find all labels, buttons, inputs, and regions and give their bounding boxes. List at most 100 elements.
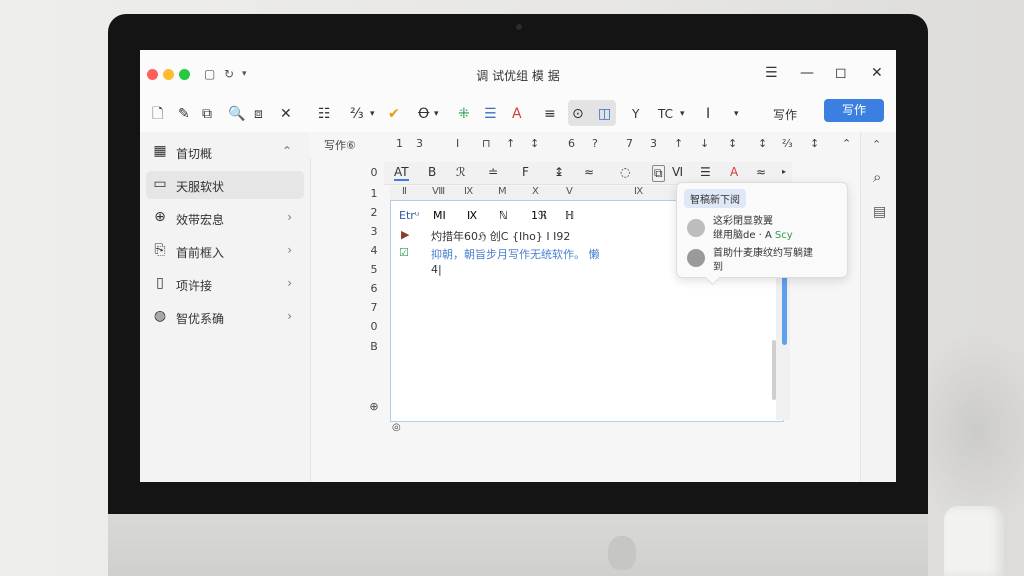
sidebar-item-assistant[interactable]: ◍ 智优系确 ›: [146, 303, 304, 331]
document-icon: ▯: [156, 275, 164, 291]
format-tool[interactable]: ⧉: [652, 165, 665, 182]
format-tool[interactable]: ↨: [554, 165, 564, 179]
sidebar-item-overview[interactable]: ▦ 首切概 ⌃: [146, 138, 304, 166]
format-tool[interactable]: ≈: [584, 165, 594, 179]
line-number: 5: [370, 263, 378, 276]
avatar: [687, 249, 705, 267]
maximize-button[interactable]: ◻: [835, 65, 847, 81]
format-tool[interactable]: ≈: [756, 165, 766, 179]
cell[interactable]: Ⅸ: [467, 209, 477, 222]
column-header: M: [498, 186, 507, 197]
play-icon: ▶: [401, 228, 410, 241]
write-button[interactable]: 写作: [824, 99, 884, 122]
chevron-down-icon[interactable]: ▾: [734, 105, 739, 123]
chevron-up-icon[interactable]: ⌃: [872, 138, 881, 151]
chevron-down-icon[interactable]: ▾: [680, 105, 685, 123]
filter-icon[interactable]: ☰: [765, 65, 778, 81]
sidebar-item-docs[interactable]: ▯ 项许接 ›: [146, 270, 304, 298]
suggestion-text: 这彩閉显敦翼: [713, 216, 773, 227]
import-icon: ⎘: [154, 242, 166, 258]
align-icon[interactable]: ≡: [544, 105, 556, 123]
y-tool-icon[interactable]: Y: [632, 105, 639, 123]
line-number: 3: [370, 225, 378, 238]
cell[interactable]: ℕ: [499, 209, 508, 222]
list-icon[interactable]: ☰: [484, 105, 497, 123]
cell[interactable]: 1ℜ: [531, 209, 547, 222]
more-icon[interactable]: ▸: [782, 167, 786, 176]
document-line[interactable]: 灼措年60ℌ 创Ⅽ {Iho} Ⅰ Ⅰ92: [431, 228, 570, 244]
minimize-button[interactable]: —: [800, 65, 814, 81]
symbol-icon[interactable]: ⁜: [458, 105, 470, 123]
pen-icon[interactable]: ✎: [178, 105, 190, 123]
format-tool[interactable]: ◌: [620, 165, 630, 179]
clipboard-icon[interactable]: ▤: [873, 204, 886, 220]
title-bar: ▢ ↻ ▾ 调 试优组 模 据 ☰ — ◻ ✕: [140, 50, 896, 96]
suggestion-text: 首助什麦康纹约写躺建: [713, 248, 813, 259]
chevron-right-icon: ›: [287, 210, 292, 224]
font-style-button[interactable]: AT: [394, 165, 409, 181]
layout-icon[interactable]: ☷: [318, 105, 331, 123]
window-title: 调 试优组 模 据: [476, 69, 560, 83]
chevron-down-icon[interactable]: ▾: [434, 105, 439, 123]
cell[interactable]: MΙ: [433, 209, 446, 222]
ruler-mark: ?: [592, 137, 598, 150]
new-document-icon[interactable]: 🗋: [152, 105, 163, 123]
chevron-down-icon[interactable]: ▾: [370, 105, 375, 123]
scrollbar-thumb-secondary[interactable]: [772, 340, 776, 400]
sidebar-item-label: 效带宏息: [176, 213, 225, 227]
align-icon[interactable]: ☰: [700, 165, 711, 179]
sidebar-item-label: 项许接: [176, 279, 213, 293]
cell[interactable]: ℍ: [565, 209, 574, 222]
export-icon[interactable]: ⧉: [202, 105, 212, 123]
scrollbar-thumb[interactable]: [782, 270, 787, 345]
ruler-mark: ↑: [674, 137, 684, 150]
column-header: Ⅷ: [432, 186, 446, 197]
tc-tool-icon[interactable]: TC: [658, 105, 673, 123]
line-number: 0: [370, 320, 378, 333]
sidebar-item-add[interactable]: ⊕ 效带宏息 ›: [146, 204, 304, 232]
format-icon[interactable]: Ꝋ: [418, 105, 429, 123]
cell[interactable]: Etrᵘ: [399, 209, 419, 222]
cursor-icon[interactable]: I: [706, 105, 710, 123]
close-button[interactable]: ✕: [871, 65, 883, 81]
ruler-mark: 1: [396, 137, 403, 150]
highlight-icon[interactable]: ✔: [388, 105, 400, 123]
ruler-mark: ↕: [810, 137, 820, 150]
ruler-mark: ⊓: [482, 137, 491, 150]
format-tool[interactable]: ℛ: [456, 165, 466, 179]
font-color-icon[interactable]: A: [730, 165, 738, 179]
suggestion-accent: Scy: [774, 230, 793, 241]
format-tool[interactable]: ≐: [488, 165, 498, 179]
search-icon[interactable]: ⌕: [873, 168, 881, 186]
sidebar-item-label: 首前框入: [176, 246, 225, 260]
monitor-chin: [108, 514, 928, 576]
font-color-icon[interactable]: A: [512, 105, 522, 123]
sidebar-item-active[interactable]: ▭ 天服软状: [146, 171, 304, 199]
popup-suggestion-1[interactable]: 这彩閉显敦翼 继用脑de · A Scy: [713, 215, 793, 243]
suggestion-subtext: 到: [713, 262, 723, 273]
format-tool[interactable]: Ⅵ: [672, 165, 683, 179]
document-end-mark: ◎: [392, 422, 401, 433]
suggestion-subtext: 继用脑de · A Scy: [713, 229, 793, 243]
plus-circle-icon: ⊕: [154, 209, 166, 225]
popup-suggestion-2[interactable]: 首助什麦康纹约写躺建 到: [713, 247, 813, 275]
target-icon[interactable]: ⊙: [572, 105, 584, 123]
ruler-mark: 3: [650, 137, 657, 150]
tools-icon[interactable]: ✕: [280, 105, 292, 123]
line-number: 6: [370, 282, 378, 295]
columns-icon[interactable]: ◫: [598, 105, 611, 123]
sidebar-item-import[interactable]: ⎘ 首前框入 ›: [146, 237, 304, 265]
document-line[interactable]: 抑朝，朝旨步月写作无统软作。 懒: [431, 246, 600, 262]
text-cursor-line[interactable]: 4|: [431, 263, 442, 276]
bold-button[interactable]: B: [428, 165, 436, 179]
ruler-label[interactable]: 写作⑥: [324, 137, 356, 153]
search-icon[interactable]: 🔍: [228, 105, 245, 123]
comment-icon[interactable]: ⧈: [254, 105, 263, 123]
write-label[interactable]: 写作: [773, 106, 797, 123]
line-number: 0: [370, 166, 378, 179]
fraction-icon[interactable]: ⅔: [350, 105, 364, 123]
ruler-mark: ↑: [506, 137, 516, 150]
chevron-up-icon[interactable]: ⌃: [282, 144, 292, 158]
sidebar: ▦ 首切概 ⌃ ▭ 天服软状 ⊕ 效带宏息 › ⎘ 首前框入 › ▯ 项许接 ›…: [140, 132, 311, 482]
format-tool[interactable]: F: [522, 165, 529, 179]
